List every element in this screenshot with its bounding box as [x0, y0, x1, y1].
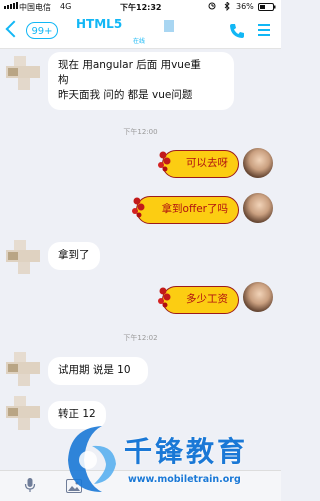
message-text: 拿到offer了吗	[161, 203, 228, 215]
message-text: 拿到了	[58, 249, 90, 261]
message-bubble[interactable]: 多少工资	[158, 286, 239, 314]
timestamp: 下午12:00	[123, 128, 158, 136]
brand-logo	[68, 426, 116, 492]
carrier-name: 中国电信	[19, 3, 51, 12]
message-text: 试用期 说是 10	[58, 364, 131, 376]
bluetooth-icon	[224, 0, 230, 13]
clock: 下午12:32	[120, 3, 162, 12]
back-chevron-icon[interactable]	[5, 20, 23, 38]
message-text: 多少工资	[186, 293, 228, 305]
user-avatar[interactable]	[243, 193, 273, 223]
signal-icon	[4, 2, 18, 11]
network-type: 4G	[60, 2, 72, 11]
message-bubble[interactable]: 可以去呀	[158, 150, 239, 178]
flower-decoration-icon	[158, 151, 171, 172]
microphone-icon[interactable]	[24, 477, 36, 497]
message-text: 可以去呀	[186, 157, 228, 169]
message-bubble[interactable]: 现在 用angular 后面 用vue重 构 昨天面我 问的 都是 vue问题	[48, 52, 234, 110]
redacted-name-block	[164, 20, 174, 32]
message-text: 构	[58, 74, 69, 86]
phone-icon[interactable]	[228, 22, 246, 40]
message-bubble[interactable]: 试用期 说是 10	[48, 357, 148, 385]
message-text: 现在 用angular 后面 用vue重	[58, 59, 201, 71]
watermark: 千锋教育 www.mobiletrain.org	[62, 418, 281, 500]
battery-percent: 36%	[236, 2, 254, 11]
alarm-icon	[208, 2, 216, 12]
message-bubble[interactable]: 拿到offer了吗	[132, 196, 239, 224]
brand-title: 千锋教育	[124, 435, 249, 468]
contact-avatar[interactable]	[6, 396, 40, 430]
contact-avatar[interactable]	[6, 56, 40, 90]
timestamp: 下午12:02	[123, 334, 158, 342]
contact-name[interactable]: HTML5	[76, 17, 122, 31]
message-bubble[interactable]: 拿到了	[48, 242, 100, 270]
battery-icon	[258, 3, 276, 13]
contact-avatar[interactable]	[6, 352, 40, 386]
message-text: 昨天面我 问的 都是 vue问题	[58, 89, 193, 101]
online-status: 在线	[133, 38, 146, 45]
menu-icon[interactable]	[258, 24, 270, 36]
user-avatar[interactable]	[243, 148, 273, 178]
chat-header: 99+ HTML5 在线	[0, 14, 281, 49]
unread-badge[interactable]: 99+	[26, 22, 58, 39]
flower-decoration-icon	[132, 197, 145, 218]
contact-avatar[interactable]	[6, 240, 40, 274]
user-avatar[interactable]	[243, 282, 273, 312]
status-bar: 中国电信 4G 下午12:32 36%	[0, 0, 281, 14]
brand-url: www.mobiletrain.org	[128, 474, 241, 485]
flower-decoration-icon	[158, 287, 171, 308]
